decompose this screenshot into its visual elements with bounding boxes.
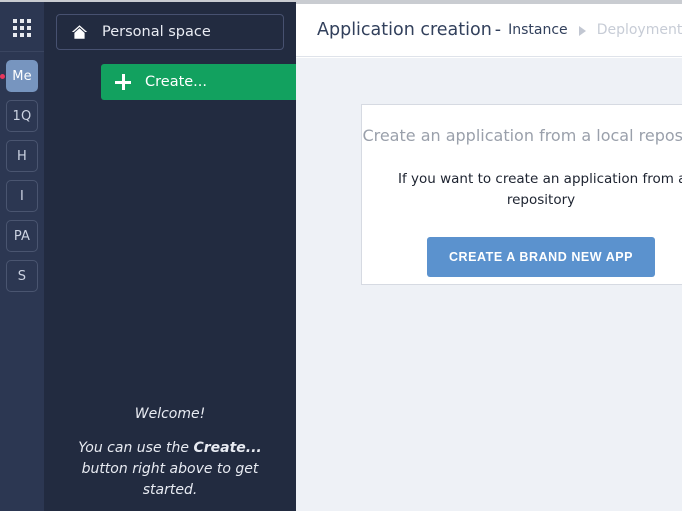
personal-space-label: Personal space [102,24,211,40]
rail-badge-s[interactable]: S [6,260,38,292]
welcome-title: Welcome! [134,406,206,422]
notification-dot-icon [0,74,5,79]
welcome-hint: You can use the Create... button right a… [56,438,284,501]
personal-space-button[interactable]: Personal space [56,14,284,50]
rail-badge-pa[interactable]: PA [6,220,38,252]
welcome-hint-before: You can use the [78,440,194,456]
card-description-line-1: If you want to create an application fro… [398,171,682,187]
welcome-message: Welcome! You can use the Create... butto… [56,404,284,501]
page-title-dash: - [494,20,502,40]
home-icon [71,24,88,40]
rail-badge-label: S [17,268,27,284]
rail-badge-list: Me 1Q H I PA S [0,60,38,292]
card-description-line-2: repository [506,192,576,208]
breadcrumb-caret-right-icon [578,26,586,36]
rail-badge-label: I [19,188,25,204]
plus-icon [115,74,131,90]
rail-badge-i[interactable]: I [6,180,38,212]
rail-badge-label: Me [12,68,32,84]
create-brand-new-app-button[interactable]: CREATE A BRAND NEW APP [426,237,656,277]
create-button-label: Create... [145,74,208,90]
page-header: Application creation - Instance Deployme… [296,4,682,57]
rail-badge-label: H [17,148,27,164]
rail-badge-h[interactable]: H [6,140,38,172]
card-title: Create an application from a local repos… [362,126,682,145]
rail-badge-me[interactable]: Me [0,60,38,92]
grid-apps-icon [13,18,31,37]
breadcrumb-item-deployment-type[interactable]: Deployment type [597,22,682,38]
page-title: Application creation [317,20,492,40]
rail-badge-1q[interactable]: 1Q [6,100,38,132]
application-window: Me 1Q H I PA S Personal space Create... … [0,0,682,511]
welcome-hint-after: button right above to get started. [81,461,259,498]
app-launcher-button[interactable] [0,4,44,52]
local-repository-card: Create an application from a local repos… [361,104,682,285]
breadcrumb-item-instance[interactable]: Instance [508,22,568,38]
icon-rail: Me 1Q H I PA S [0,4,44,511]
rail-badge-label: 1Q [12,108,32,124]
card-description: If you want to create an application fro… [398,169,682,211]
content-area: Create an application from a local repos… [296,58,682,511]
rail-badge-label: PA [13,228,31,244]
create-button[interactable]: Create... [101,64,329,100]
sidebar: Personal space Create... Welcome! You ca… [44,4,329,511]
welcome-hint-bold: Create... [193,440,262,456]
